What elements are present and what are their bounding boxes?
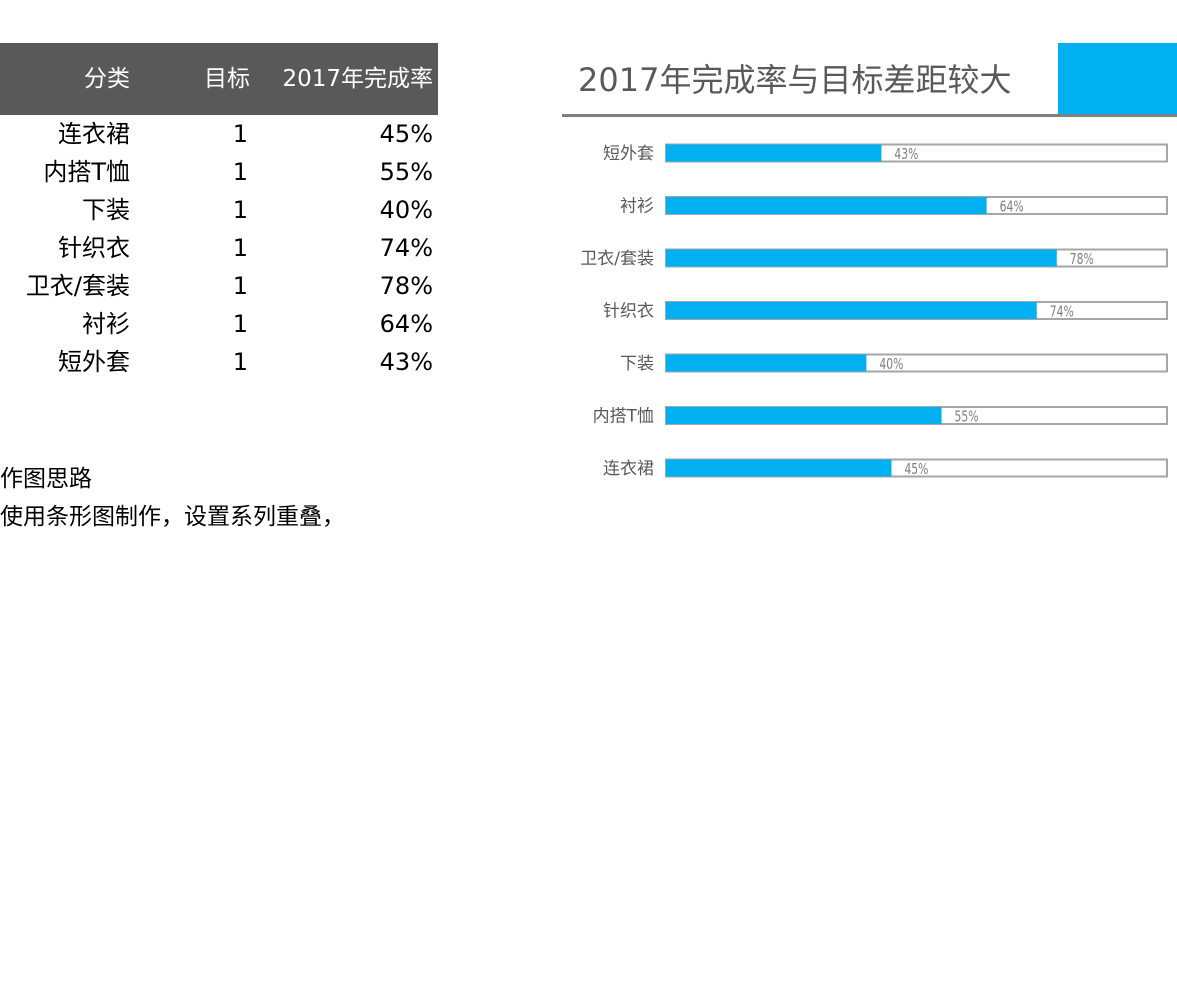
category-label: 内搭T恤 <box>593 407 654 427</box>
cell-rate: 64% <box>379 310 433 338</box>
notes: 作图思路 使用条形图制作，设置系列重叠， <box>0 460 345 536</box>
category-label: 连衣裙 <box>603 459 654 479</box>
header-rate: 2017年完成率 <box>282 66 433 92</box>
cell-category: 下装 <box>82 196 130 224</box>
cell-rate: 40% <box>379 196 433 224</box>
bar-group: 卫衣/套装 78% <box>580 248 1168 269</box>
bar-group: 短外套 43% <box>603 143 1168 164</box>
cell-category: 短外套 <box>58 348 130 376</box>
rate-bar <box>666 197 987 214</box>
table-row: 内搭T恤 1 55% <box>0 153 438 191</box>
data-label: 64% <box>1000 198 1024 216</box>
chart-title: 2017年完成率与目标差距较大 <box>578 61 1012 99</box>
rate-bar <box>666 407 942 424</box>
header-target: 目标 <box>204 66 250 92</box>
data-table: 分类 目标 2017年完成率 连衣裙 1 45% 内搭T恤 1 55% 下装 1 40% 针织衣 1… <box>0 43 438 381</box>
header-category: 分类 <box>84 66 130 92</box>
rate-bar <box>666 249 1057 267</box>
rate-bar <box>666 354 867 372</box>
category-label: 衬衫 <box>620 197 654 217</box>
cell-target: 1 <box>232 272 248 300</box>
bar-group: 下装 40% <box>620 353 1168 374</box>
cell-rate: 43% <box>379 348 433 376</box>
table-body: 连衣裙 1 45% 内搭T恤 1 55% 下装 1 40% 针织衣 1 74% 卫衣/套装 1 78% 衬衫 1… <box>0 115 438 381</box>
table-row: 卫衣/套装 1 78% <box>0 267 438 305</box>
data-label: 55% <box>955 408 979 426</box>
cell-rate: 78% <box>379 272 433 300</box>
data-label: 40% <box>879 355 903 373</box>
category-label: 卫衣/套装 <box>580 249 654 269</box>
data-label: 45% <box>904 460 928 478</box>
title-divider <box>562 114 1177 117</box>
data-label: 78% <box>1070 250 1094 268</box>
cell-target: 1 <box>232 196 248 224</box>
notes-body: 使用条形图制作，设置系列重叠， <box>0 504 345 530</box>
data-label: 74% <box>1050 303 1074 321</box>
cell-target: 1 <box>232 310 248 338</box>
bar-group: 衬衫 64% <box>620 196 1168 217</box>
cell-rate: 74% <box>379 234 433 262</box>
bar-group: 内搭T恤 55% <box>593 406 1168 427</box>
bar-group: 针织衣 74% <box>603 301 1168 322</box>
category-label: 短外套 <box>603 144 654 164</box>
table-row: 针织衣 1 74% <box>0 229 438 267</box>
table-row: 短外套 1 43% <box>0 343 438 381</box>
table-row: 衬衫 1 64% <box>0 305 438 343</box>
rate-bar <box>666 459 892 477</box>
cell-rate: 55% <box>379 158 433 186</box>
category-label: 下装 <box>620 354 654 374</box>
cell-category: 针织衣 <box>58 234 130 262</box>
data-label: 43% <box>894 145 918 163</box>
cell-category: 内搭T恤 <box>43 158 130 186</box>
cell-target: 1 <box>232 348 248 376</box>
cell-category: 卫衣/套装 <box>25 272 130 300</box>
cell-target: 1 <box>232 120 248 148</box>
bar-group: 连衣裙 45% <box>603 458 1168 479</box>
category-label: 针织衣 <box>603 302 654 322</box>
cell-target: 1 <box>232 234 248 262</box>
rate-bar <box>666 302 1037 319</box>
bar-chart: 短外套 43% 衬衫 64% 卫衣/套装 78% 针织衣 74% 下装 40% 内搭T恤 55% 连衣裙… <box>580 143 1168 479</box>
table-row: 连衣裙 1 45% <box>0 115 438 153</box>
accent-block <box>1058 43 1177 114</box>
cell-category: 连衣裙 <box>58 120 130 148</box>
rate-bar <box>666 144 882 162</box>
cell-target: 1 <box>232 158 248 186</box>
notes-heading: 作图思路 <box>0 466 92 492</box>
cell-rate: 45% <box>379 120 433 148</box>
cell-category: 衬衫 <box>82 310 130 338</box>
table-header: 分类 目标 2017年完成率 <box>0 43 438 115</box>
table-row: 下装 1 40% <box>0 191 438 229</box>
